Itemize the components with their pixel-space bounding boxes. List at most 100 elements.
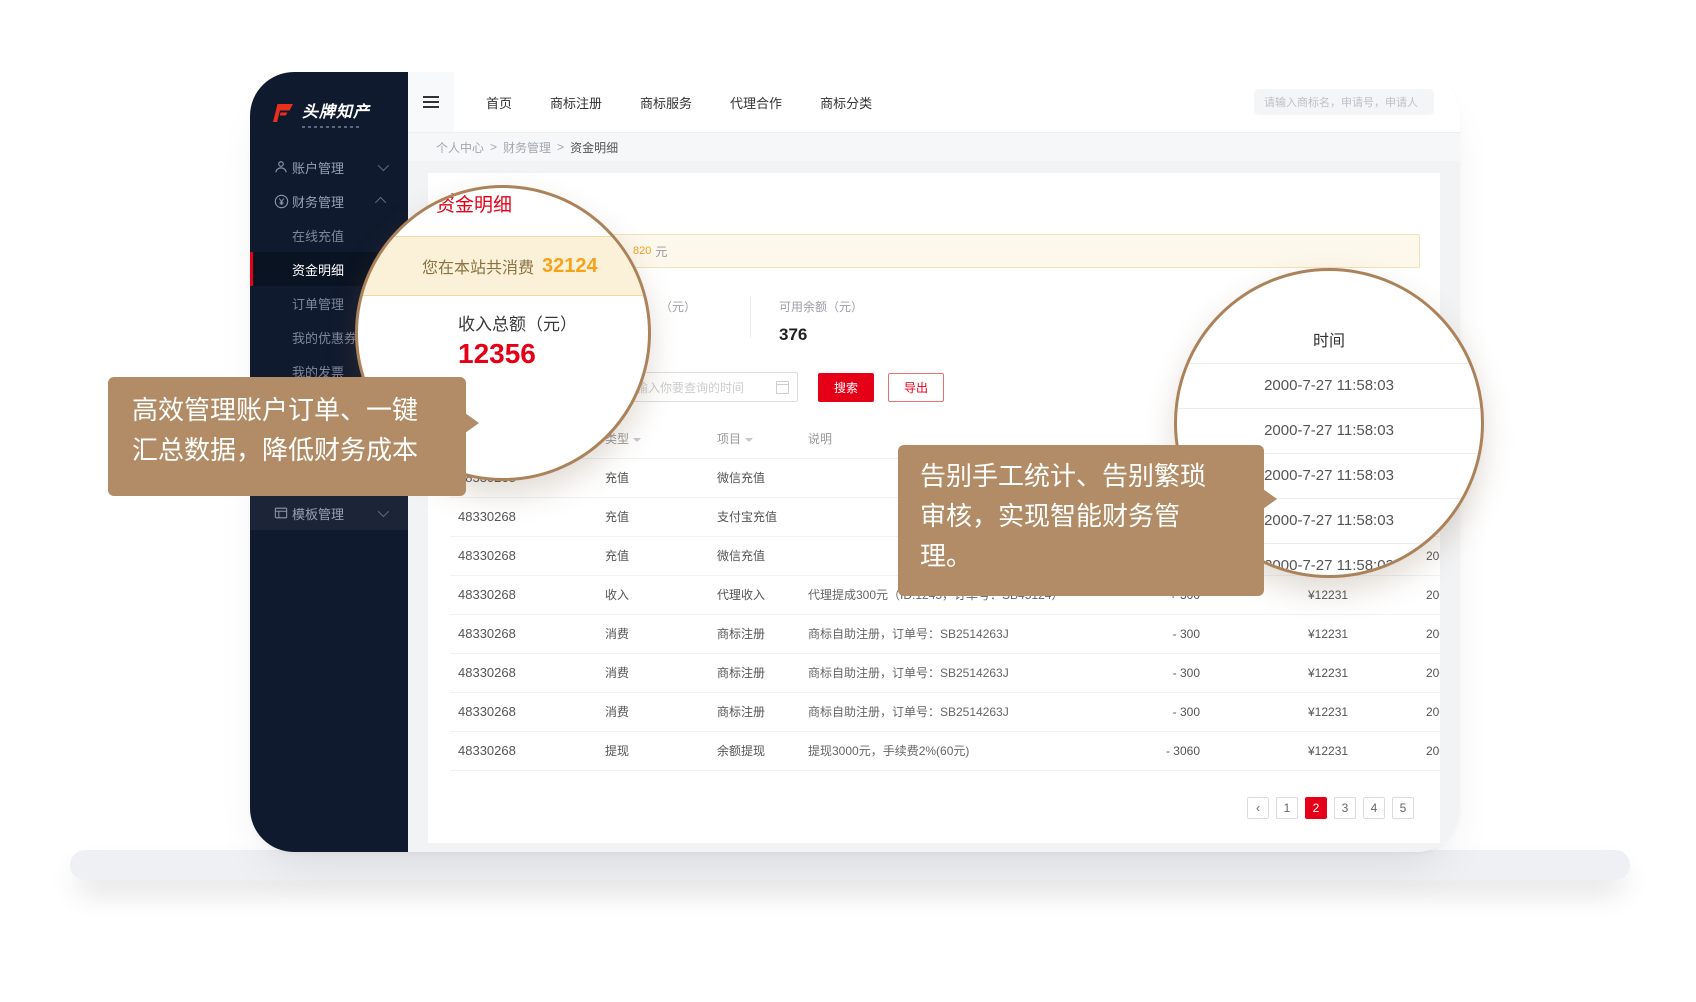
cell-type: 消费 (605, 654, 629, 692)
cell-amount: - 300 (1130, 654, 1200, 692)
tooltip-line: 告别手工统计、告别繁琐 (920, 456, 1264, 496)
stat-partial: （元） (660, 298, 750, 352)
cell-project: 商标注册 (717, 654, 765, 692)
cell-type: 充值 (605, 498, 629, 536)
user-icon (273, 159, 289, 175)
page: 头牌知产 账户管理 财务管理 (0, 0, 1696, 1002)
lens-stat-label: 收入总额（元） (458, 310, 577, 335)
page-2-button[interactable]: 2 (1305, 797, 1327, 819)
cell-desc: 提现3000元，手续费2%(60元) (808, 732, 969, 770)
lens-time-header: 时间 (1177, 327, 1481, 351)
export-button[interactable]: 导出 (888, 373, 944, 402)
breadcrumb-separator: > (557, 140, 564, 154)
cell-time: 2000-7-27 11:58:03 (1426, 615, 1440, 653)
cell-desc: 商标自助注册，订单号：SB2514263J (808, 615, 1009, 653)
pagination: ‹ 1 2 3 4 5 (450, 797, 1414, 819)
lens-title-fragment: 资金明细 (436, 190, 512, 217)
tooltip-line: 高效管理账户订单、一键 (132, 390, 466, 430)
sort-caret-icon (633, 438, 641, 442)
sidebar-item-finance[interactable]: 财务管理 (250, 184, 408, 218)
search-placeholder: 请输入商标名，申请号，申请人 (1264, 94, 1418, 110)
sidebar-item-label: 模板管理 (292, 504, 344, 523)
cell-order: 48330268 (458, 576, 516, 614)
cell-type: 消费 (605, 615, 629, 653)
cell-desc: 商标自助注册，订单号：SB2514263J (808, 693, 1009, 731)
notice-unit: 元 (655, 243, 667, 260)
cell-balance: ¥12231 (1308, 615, 1348, 653)
chevron-down-icon (378, 160, 389, 171)
cell-balance: ¥12231 (1308, 576, 1348, 614)
cell-amount: - 300 (1130, 693, 1200, 731)
lens-time-row: 2000-7-27 11:58:03 (1177, 363, 1481, 408)
chevron-up-icon (375, 197, 386, 208)
breadcrumb-separator: > (490, 140, 497, 154)
cell-desc: 商标自助注册，订单号：SB2514263J (808, 654, 1009, 692)
trademark-search-input[interactable]: 请输入商标名，申请号，申请人 (1254, 89, 1434, 115)
cell-amount: - 3060 (1130, 732, 1200, 770)
page-5-button[interactable]: 5 (1392, 797, 1414, 819)
left-tooltip: 高效管理账户订单、一键 汇总数据，降低财务成本 (108, 377, 466, 496)
cell-order: 48330268 (458, 615, 516, 653)
cell-type: 消费 (605, 693, 629, 731)
cell-order: 48330268 (458, 654, 516, 692)
sidebar-item-label: 账户管理 (292, 158, 344, 177)
stat-label: 可用余额（元） (779, 298, 863, 315)
cell-balance: ¥12231 (1308, 693, 1348, 731)
sidebar-subitem-label: 我的优惠券 (292, 328, 357, 347)
nav-item-trademark-register[interactable]: 商标注册 (550, 93, 602, 112)
chevron-down-icon (378, 506, 389, 517)
cell-project: 商标注册 (717, 615, 765, 653)
stat-label: （元） (660, 298, 750, 315)
cell-project: 支付宝充值 (717, 498, 777, 536)
cell-balance: ¥12231 (1308, 654, 1348, 692)
date-placeholder: 请输入你要查询的时间 (624, 379, 776, 396)
table-row: 48330268 提现 余额提现 提现3000元，手续费2%(60元) - 30… (450, 732, 1440, 771)
tooltip-arrow-icon (465, 413, 479, 433)
topbar: 首页 商标注册 商标服务 代理合作 商标分类 请输入商标名，申请号，申请人 (408, 72, 1460, 133)
lens-notice-amount: 32124 (542, 255, 598, 278)
column-project[interactable]: 项目 (717, 430, 753, 447)
cell-order: 48330268 (458, 537, 516, 575)
lens-stat-value: 12356 (458, 338, 536, 370)
sort-caret-icon (745, 438, 753, 442)
logo-icon (270, 103, 294, 123)
cell-type: 充值 (605, 537, 629, 575)
cell-order: 48330268 (458, 498, 516, 536)
page-1-button[interactable]: 1 (1276, 797, 1298, 819)
breadcrumb-item[interactable]: 财务管理 (503, 139, 551, 156)
tooltip-line: 汇总数据，降低财务成本 (132, 430, 466, 470)
nav-item-trademark-category[interactable]: 商标分类 (820, 93, 872, 112)
nav-item-trademark-service[interactable]: 商标服务 (640, 93, 692, 112)
sidebar-item-account[interactable]: 账户管理 (250, 150, 408, 184)
logo-text: 头牌知产 (302, 98, 370, 122)
tooltip-arrow-icon (1263, 489, 1277, 509)
cell-project: 代理收入 (717, 576, 765, 614)
calendar-icon (776, 381, 789, 394)
stat-balance: 可用余额（元） 376 (751, 298, 863, 352)
cell-project: 商标注册 (717, 693, 765, 731)
cell-project: 微信充值 (717, 537, 765, 575)
logo[interactable]: 头牌知产 (250, 72, 408, 142)
cell-balance: ¥12231 (1308, 732, 1348, 770)
sidebar-subitem-label: 在线充值 (292, 226, 344, 245)
stat-value: 376 (779, 325, 863, 345)
cell-time: 2000-7-27 11:58:03 (1426, 654, 1440, 692)
nav-item-agent-cooperation[interactable]: 代理合作 (730, 93, 782, 112)
nav-item-home[interactable]: 首页 (486, 93, 512, 112)
sidebar-subitem-label: 资金明细 (292, 260, 344, 279)
breadcrumb: 个人中心 > 财务管理 > 资金明细 (408, 133, 1460, 161)
sidebar-item-template[interactable]: 模板管理 (250, 496, 408, 530)
cell-order: 48330268 (458, 693, 516, 731)
search-button[interactable]: 搜索 (818, 373, 874, 402)
cell-type: 提现 (605, 732, 629, 770)
laptop-base (70, 850, 1630, 880)
page-4-button[interactable]: 4 (1363, 797, 1385, 819)
sidebar-item-label: 财务管理 (292, 192, 344, 211)
cell-order: 48330268 (458, 732, 516, 770)
prev-page-button[interactable]: ‹ (1247, 797, 1269, 819)
column-label: 项目 (717, 432, 741, 446)
page-3-button[interactable]: 3 (1334, 797, 1356, 819)
menu-icon[interactable] (408, 72, 454, 132)
breadcrumb-item[interactable]: 个人中心 (436, 139, 484, 156)
cell-project: 余额提现 (717, 732, 765, 770)
